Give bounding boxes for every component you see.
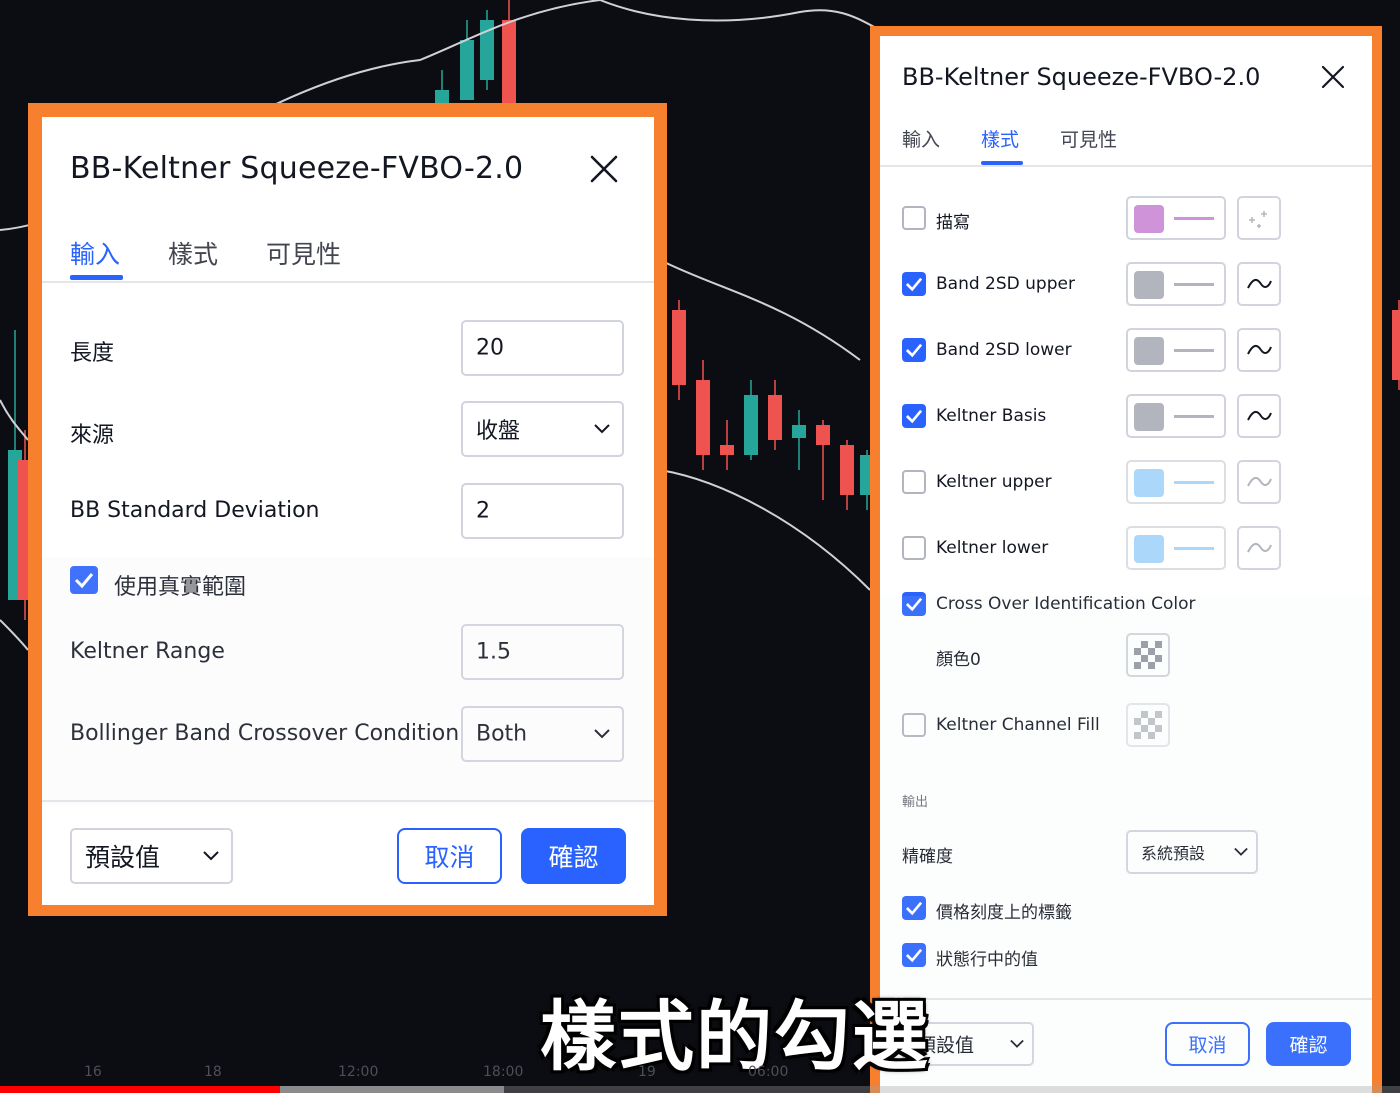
dialog-title: BB-Keltner Squeeze-FVBO-2.0: [70, 151, 524, 186]
chevron-down-icon: [203, 851, 219, 861]
time-tick-label: 06:00: [748, 1064, 789, 1080]
candle-body: [744, 395, 758, 455]
close-icon[interactable]: [1321, 65, 1345, 89]
left-settings-dialog: BB-Keltner Squeeze-FVBO-2.0 輸入 樣式 可見性 長度…: [42, 117, 654, 905]
check-icon: [905, 409, 923, 424]
color-chip: [1134, 469, 1164, 497]
video-progress-played[interactable]: [0, 1086, 280, 1093]
dialog-title: BB-Keltner Squeeze-FVBO-2.0: [902, 63, 1261, 91]
fade-overlay: [880, 596, 1372, 1093]
plot-checkbox[interactable]: [902, 338, 926, 362]
candle-body: [816, 425, 830, 445]
plot-color-swatch[interactable]: [1126, 460, 1226, 504]
plot-label: Band 2SD upper: [936, 274, 1075, 294]
active-tab-indicator: [70, 275, 123, 280]
wave-icon: [1247, 278, 1272, 289]
tab-bar: 輸入 樣式 可見性: [880, 123, 1372, 167]
plot-color-swatch[interactable]: [1126, 394, 1226, 438]
color-chip: [1134, 535, 1164, 563]
tab-visibility[interactable]: 可見性: [1060, 125, 1117, 152]
defaults-dropdown[interactable]: 預設值: [70, 828, 233, 884]
tab-inputs[interactable]: 輸入: [70, 235, 120, 271]
plot-label: Keltner lower: [936, 538, 1049, 558]
candle-body: [768, 395, 782, 440]
plot-checkbox[interactable]: [902, 206, 926, 230]
line-preview: [1174, 283, 1214, 286]
time-tick-label: 19: [638, 1064, 656, 1080]
footer-divider: [42, 800, 654, 802]
active-tab-indicator: [981, 161, 1023, 165]
line-style-icon[interactable]: [1237, 460, 1281, 504]
tab-inputs[interactable]: 輸入: [902, 125, 940, 152]
color-chip: [1134, 337, 1164, 365]
bb-std-input[interactable]: 2: [461, 483, 624, 539]
color-chip: [1134, 205, 1164, 233]
video-subtitle: 樣式的勾選: [540, 992, 930, 1081]
line-preview: [1174, 349, 1214, 352]
wave-icon: [1247, 542, 1272, 553]
wave-icon: [1247, 344, 1272, 355]
plot-color-swatch[interactable]: [1126, 196, 1226, 240]
source-select[interactable]: 收盤: [461, 401, 624, 457]
candle-body: [792, 425, 806, 438]
time-tick-label: 18: [204, 1064, 222, 1080]
line-style-icon[interactable]: [1237, 328, 1281, 372]
ok-button[interactable]: 確認: [521, 828, 626, 884]
time-tick-label: 18:00: [483, 1064, 524, 1080]
plot-color-swatch[interactable]: [1126, 328, 1226, 372]
candle-body: [696, 380, 710, 455]
plot-color-swatch[interactable]: [1126, 526, 1226, 570]
color-chip: [1134, 403, 1164, 431]
line-style-icon[interactable]: [1237, 394, 1281, 438]
plot-label: Band 2SD lower: [936, 340, 1072, 360]
line-style-icon[interactable]: [1237, 526, 1281, 570]
right-settings-dialog: BB-Keltner Squeeze-FVBO-2.0 輸入 樣式 可見性 描寫…: [880, 36, 1372, 1093]
candle-body: [1392, 310, 1400, 380]
candle-body: [720, 445, 734, 455]
plot-label: Keltner Basis: [936, 406, 1047, 426]
plot-checkbox[interactable]: [902, 536, 926, 560]
line-preview: [1174, 217, 1214, 220]
line-preview: [1174, 547, 1214, 550]
plot-label: Keltner upper: [936, 472, 1052, 492]
band-lower-line: [659, 469, 871, 591]
line-style-icon[interactable]: [1237, 262, 1281, 306]
tab-bar: 輸入 樣式 可見性: [42, 225, 654, 283]
plot-checkbox[interactable]: [902, 404, 926, 428]
candle-body: [672, 310, 686, 385]
band-upper-line-2: [599, 0, 881, 31]
fade-overlay: [42, 557, 654, 805]
length-label: 長度: [70, 341, 115, 366]
cancel-button[interactable]: 取消: [397, 828, 502, 884]
band-left-line-2: [0, 619, 29, 651]
source-label: 來源: [70, 423, 115, 448]
line-preview: [1174, 415, 1214, 418]
tab-style[interactable]: 樣式: [981, 125, 1019, 152]
plot-shape-icon[interactable]: [1237, 196, 1281, 240]
tab-visibility[interactable]: 可見性: [266, 235, 341, 271]
band-mid-line: [659, 259, 861, 361]
candle-body: [502, 20, 516, 105]
chevron-down-icon: [594, 424, 610, 434]
plot-checkbox[interactable]: [902, 470, 926, 494]
color-chip: [1134, 271, 1164, 299]
check-icon: [905, 277, 923, 292]
check-icon: [905, 343, 923, 358]
tab-style[interactable]: 樣式: [168, 235, 218, 271]
cross-shape-icon: [1249, 211, 1267, 228]
candle-body: [840, 445, 854, 495]
time-tick-label: 16: [84, 1064, 102, 1080]
length-input[interactable]: 20: [461, 320, 624, 376]
candle-body: [460, 40, 474, 100]
plot-color-swatch[interactable]: [1126, 262, 1226, 306]
bb-std-label: BB Standard Deviation: [70, 498, 320, 523]
time-tick-label: 12:00: [338, 1064, 379, 1080]
plot-checkbox[interactable]: [902, 272, 926, 296]
plot-label: 描寫: [936, 213, 970, 233]
wave-icon: [1247, 410, 1272, 421]
close-icon[interactable]: [588, 153, 620, 185]
band-left-line: [0, 399, 29, 441]
line-preview: [1174, 481, 1214, 484]
wave-icon: [1247, 476, 1272, 487]
